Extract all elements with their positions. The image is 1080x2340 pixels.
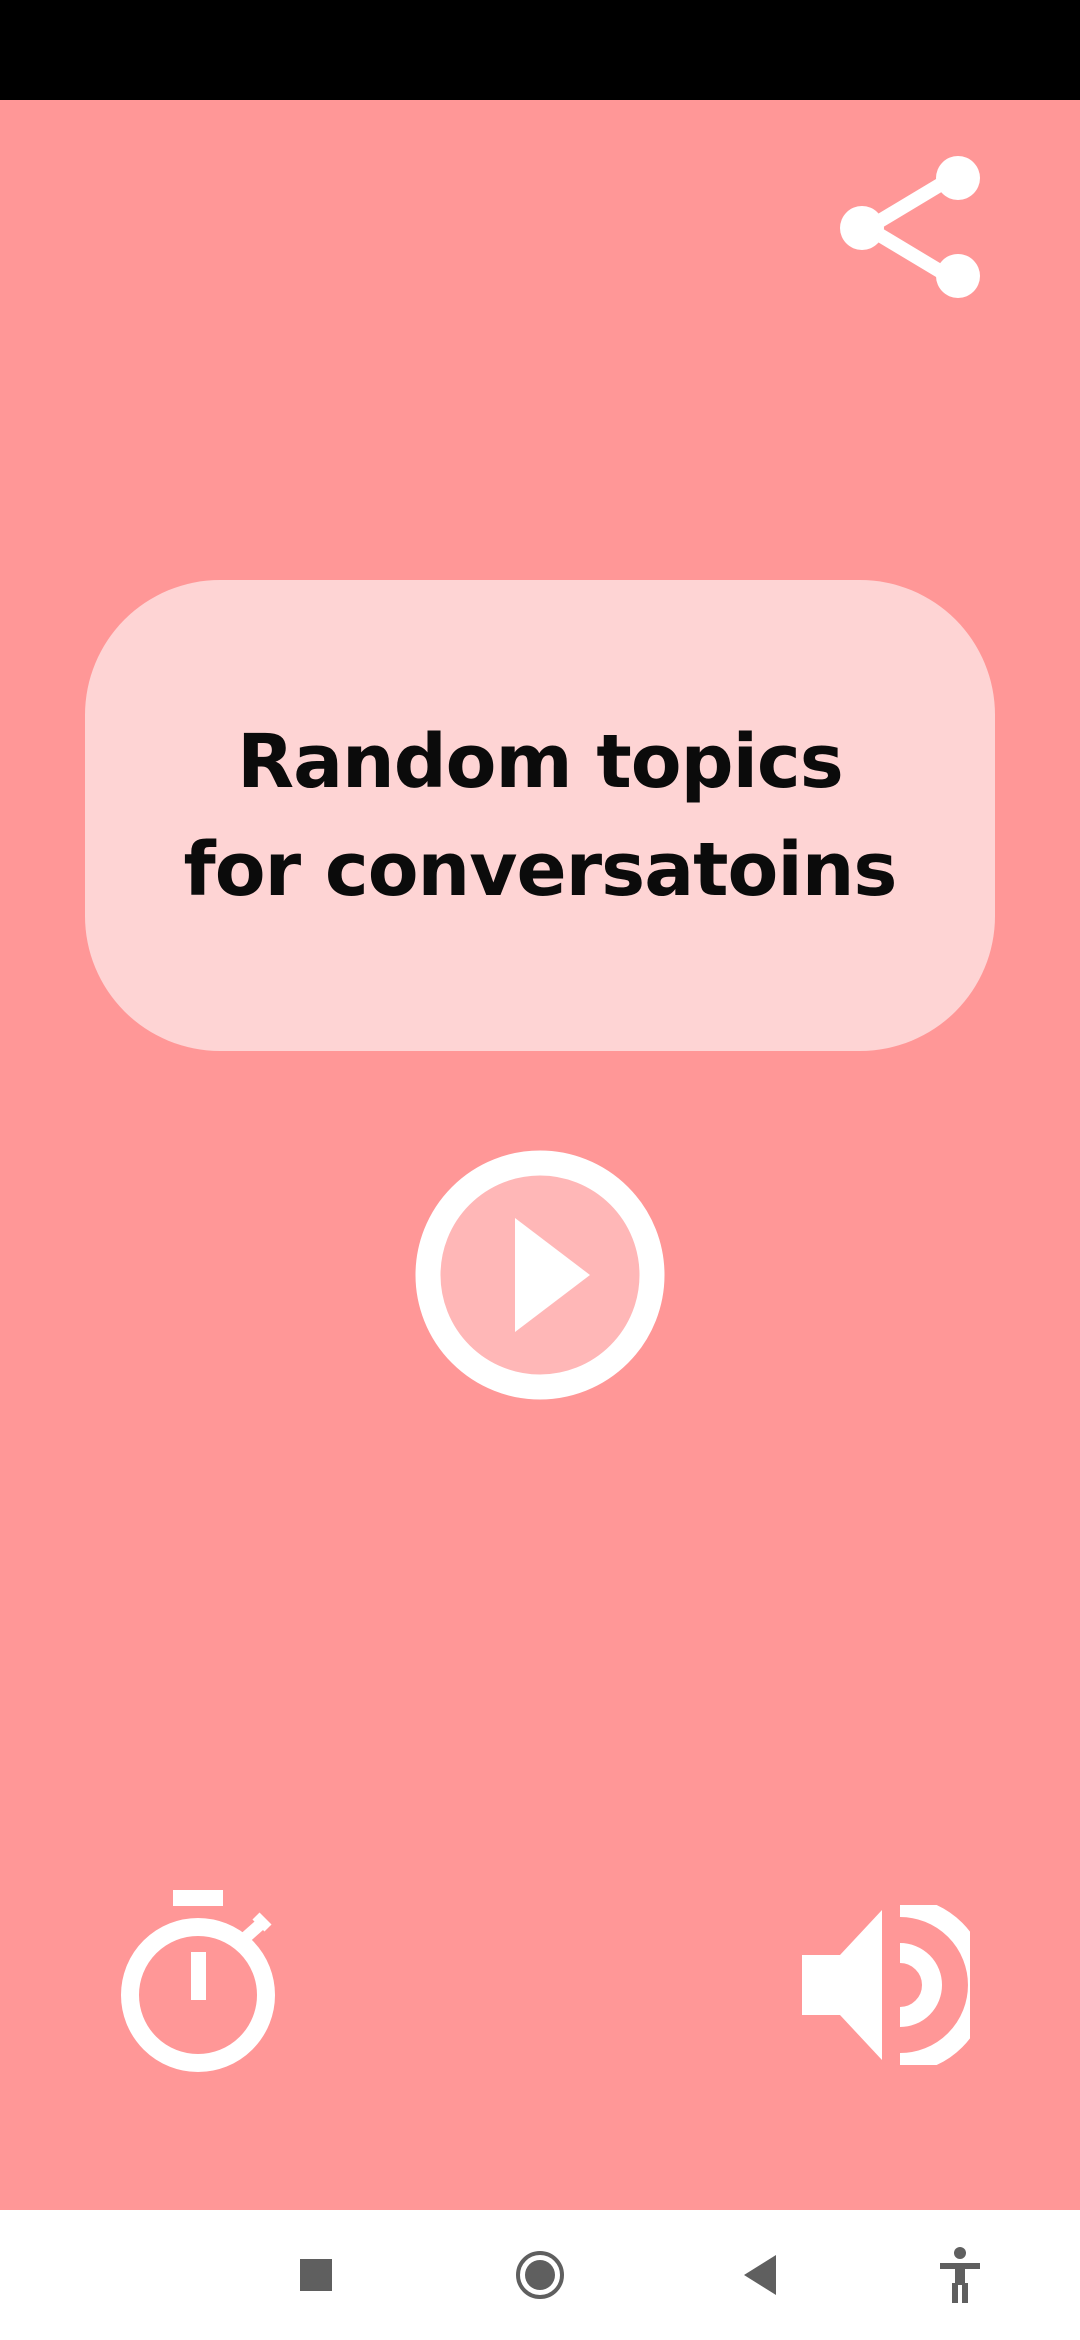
title-line-2: for conversatoins	[183, 826, 898, 913]
square-icon	[300, 2259, 332, 2291]
triangle-back-icon	[744, 2255, 776, 2295]
app-screen: Random topics for conversatoins	[0, 0, 1080, 2340]
navigation-bar	[0, 2210, 1080, 2340]
share-icon	[840, 156, 980, 298]
home-button[interactable]	[500, 2235, 580, 2315]
back-button[interactable]	[720, 2235, 800, 2315]
title-card: Random topics for conversatoins	[85, 580, 995, 1051]
play-icon	[415, 1150, 665, 1400]
recents-button[interactable]	[276, 2235, 356, 2315]
accessibility-icon	[940, 2247, 980, 2303]
timer-button[interactable]	[118, 1890, 278, 2075]
app-title: Random topics for conversatoins	[183, 708, 898, 924]
volume-icon	[802, 1905, 970, 2065]
status-bar	[0, 0, 1080, 100]
accessibility-button[interactable]	[920, 2235, 1000, 2315]
sound-button[interactable]	[800, 1905, 970, 2065]
circle-icon	[516, 2251, 564, 2299]
share-button[interactable]	[840, 150, 990, 305]
timer-icon	[121, 1890, 275, 2072]
title-line-1: Random topics	[237, 718, 844, 805]
play-button[interactable]	[415, 1150, 665, 1400]
